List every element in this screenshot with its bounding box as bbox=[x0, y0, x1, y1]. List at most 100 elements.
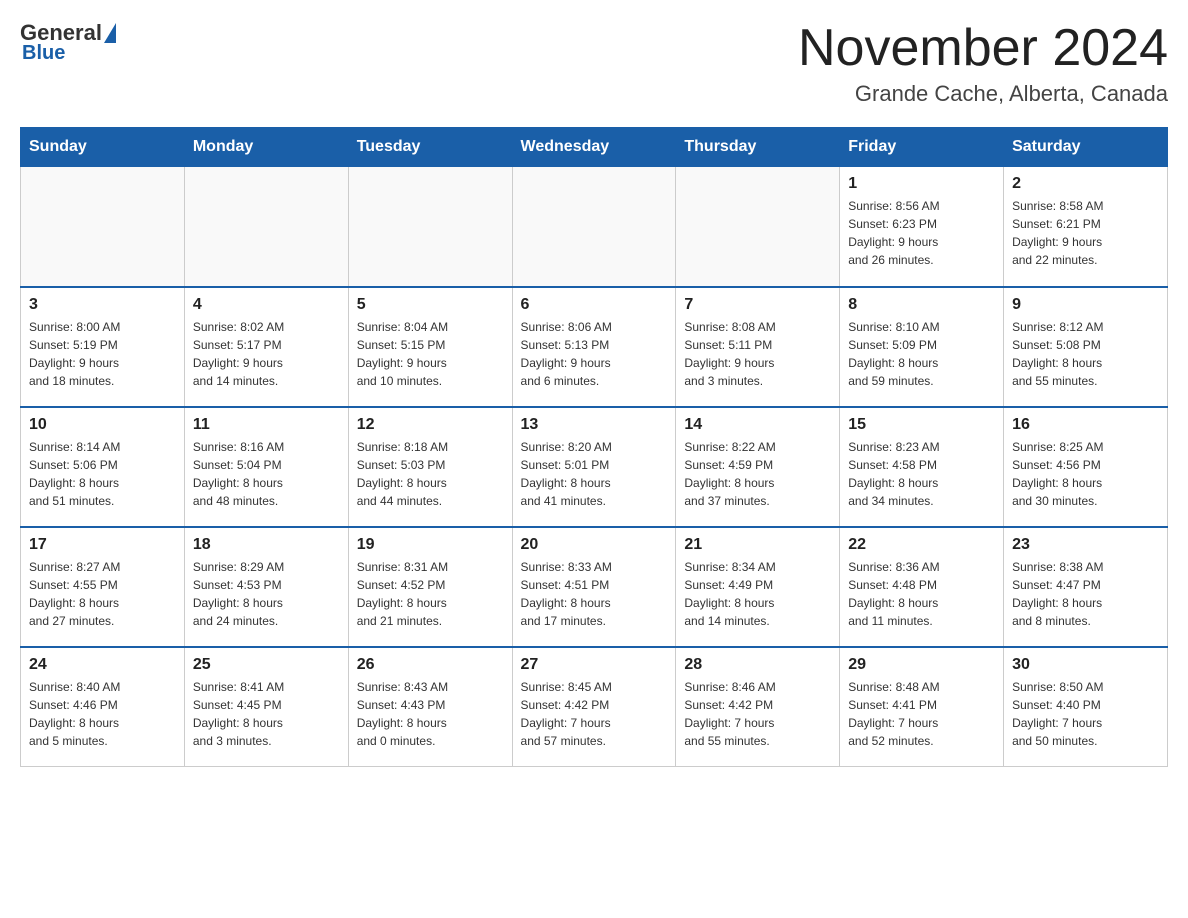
calendar-day-cell: 25Sunrise: 8:41 AM Sunset: 4:45 PM Dayli… bbox=[184, 647, 348, 767]
calendar-day-cell: 6 Sunrise: 8:06 AM Sunset: 5:13 PM Daylig… bbox=[512, 287, 676, 407]
calendar-day-cell: 10 Sunrise: 8:14 AM Sunset: 5:06 PM Dayli… bbox=[21, 407, 185, 527]
calendar-week-row: 17Sunrise: 8:27 AM Sunset: 4:55 PM Dayli… bbox=[21, 527, 1168, 647]
calendar-day-cell: 17Sunrise: 8:27 AM Sunset: 4:55 PM Dayli… bbox=[21, 527, 185, 647]
calendar-day-cell: 3 Sunrise: 8:00 AM Sunset: 5:19 PM Daylig… bbox=[21, 287, 185, 407]
day-number: 9 bbox=[1012, 296, 1159, 314]
calendar-day-cell: 27 Sunrise: 8:45 AM Sunset: 4:42 PM Dayli… bbox=[512, 647, 676, 767]
day-number: 27 bbox=[521, 656, 668, 674]
day-info: Sunrise: 8:10 AM Sunset: 5:09 PM Dayligh… bbox=[848, 318, 995, 390]
weekday-header: Monday bbox=[184, 128, 348, 167]
day-number: 25 bbox=[193, 656, 340, 674]
day-info: Sunrise: 8:36 AM Sunset: 4:48 PM Dayligh… bbox=[848, 558, 995, 630]
day-number: 4 bbox=[193, 296, 340, 314]
calendar-day-cell: 29 Sunrise: 8:48 AM Sunset: 4:41 PM Dayli… bbox=[840, 647, 1004, 767]
calendar-day-cell: 13 Sunrise: 8:20 AM Sunset: 5:01 PM Dayli… bbox=[512, 407, 676, 527]
day-number: 6 bbox=[521, 296, 668, 314]
day-number: 23 bbox=[1012, 536, 1159, 554]
weekday-header: Thursday bbox=[676, 128, 840, 167]
logo-blue: Blue bbox=[22, 42, 65, 65]
day-number: 28 bbox=[684, 656, 831, 674]
weekday-header: Tuesday bbox=[348, 128, 512, 167]
title-area: November 2024 Grande Cache, Alberta, Can… bbox=[798, 20, 1168, 107]
weekday-header: Sunday bbox=[21, 128, 185, 167]
calendar-day-cell: 9 Sunrise: 8:12 AM Sunset: 5:08 PM Daylig… bbox=[1004, 287, 1168, 407]
calendar-day-cell: 19Sunrise: 8:31 AM Sunset: 4:52 PM Dayli… bbox=[348, 527, 512, 647]
day-info: Sunrise: 8:16 AM Sunset: 5:04 PM Dayligh… bbox=[193, 438, 340, 510]
day-number: 15 bbox=[848, 416, 995, 434]
day-number: 7 bbox=[684, 296, 831, 314]
weekday-header: Wednesday bbox=[512, 128, 676, 167]
calendar-day-cell bbox=[184, 167, 348, 287]
day-number: 14 bbox=[684, 416, 831, 434]
day-number: 16 bbox=[1012, 416, 1159, 434]
day-info: Sunrise: 8:25 AM Sunset: 4:56 PM Dayligh… bbox=[1012, 438, 1159, 510]
day-info: Sunrise: 8:06 AM Sunset: 5:13 PM Dayligh… bbox=[521, 318, 668, 390]
day-info: Sunrise: 8:34 AM Sunset: 4:49 PM Dayligh… bbox=[684, 558, 831, 630]
calendar-day-cell: 18 Sunrise: 8:29 AM Sunset: 4:53 PM Dayli… bbox=[184, 527, 348, 647]
day-info: Sunrise: 8:56 AM Sunset: 6:23 PM Dayligh… bbox=[848, 197, 995, 269]
weekday-header: Saturday bbox=[1004, 128, 1168, 167]
calendar-week-row: 24Sunrise: 8:40 AM Sunset: 4:46 PM Dayli… bbox=[21, 647, 1168, 767]
weekday-header: Friday bbox=[840, 128, 1004, 167]
day-info: Sunrise: 8:23 AM Sunset: 4:58 PM Dayligh… bbox=[848, 438, 995, 510]
day-number: 29 bbox=[848, 656, 995, 674]
location-title: Grande Cache, Alberta, Canada bbox=[798, 81, 1168, 107]
day-info: Sunrise: 8:12 AM Sunset: 5:08 PM Dayligh… bbox=[1012, 318, 1159, 390]
calendar-day-cell: 8 Sunrise: 8:10 AM Sunset: 5:09 PM Daylig… bbox=[840, 287, 1004, 407]
calendar-day-cell: 21 Sunrise: 8:34 AM Sunset: 4:49 PM Dayli… bbox=[676, 527, 840, 647]
day-number: 21 bbox=[684, 536, 831, 554]
day-number: 1 bbox=[848, 175, 995, 193]
day-info: Sunrise: 8:45 AM Sunset: 4:42 PM Dayligh… bbox=[521, 678, 668, 750]
day-info: Sunrise: 8:14 AM Sunset: 5:06 PM Dayligh… bbox=[29, 438, 176, 510]
day-info: Sunrise: 8:43 AM Sunset: 4:43 PM Dayligh… bbox=[357, 678, 504, 750]
day-number: 18 bbox=[193, 536, 340, 554]
calendar-day-cell: 11 Sunrise: 8:16 AM Sunset: 5:04 PM Dayli… bbox=[184, 407, 348, 527]
day-info: Sunrise: 8:00 AM Sunset: 5:19 PM Dayligh… bbox=[29, 318, 176, 390]
day-info: Sunrise: 8:33 AM Sunset: 4:51 PM Dayligh… bbox=[521, 558, 668, 630]
calendar-week-row: 1 Sunrise: 8:56 AM Sunset: 6:23 PM Daylig… bbox=[21, 167, 1168, 287]
day-info: Sunrise: 8:48 AM Sunset: 4:41 PM Dayligh… bbox=[848, 678, 995, 750]
calendar-day-cell: 20 Sunrise: 8:33 AM Sunset: 4:51 PM Dayli… bbox=[512, 527, 676, 647]
calendar-day-cell: 4Sunrise: 8:02 AM Sunset: 5:17 PM Daylig… bbox=[184, 287, 348, 407]
calendar-day-cell: 15 Sunrise: 8:23 AM Sunset: 4:58 PM Dayli… bbox=[840, 407, 1004, 527]
calendar-day-cell: 7 Sunrise: 8:08 AM Sunset: 5:11 PM Daylig… bbox=[676, 287, 840, 407]
day-info: Sunrise: 8:08 AM Sunset: 5:11 PM Dayligh… bbox=[684, 318, 831, 390]
calendar-day-cell bbox=[348, 167, 512, 287]
calendar-day-cell: 1 Sunrise: 8:56 AM Sunset: 6:23 PM Daylig… bbox=[840, 167, 1004, 287]
day-info: Sunrise: 8:20 AM Sunset: 5:01 PM Dayligh… bbox=[521, 438, 668, 510]
day-info: Sunrise: 8:18 AM Sunset: 5:03 PM Dayligh… bbox=[357, 438, 504, 510]
day-number: 24 bbox=[29, 656, 176, 674]
day-number: 17 bbox=[29, 536, 176, 554]
day-info: Sunrise: 8:22 AM Sunset: 4:59 PM Dayligh… bbox=[684, 438, 831, 510]
calendar-day-cell: 2Sunrise: 8:58 AM Sunset: 6:21 PM Daylig… bbox=[1004, 167, 1168, 287]
month-title: November 2024 bbox=[798, 20, 1168, 77]
calendar-week-row: 10 Sunrise: 8:14 AM Sunset: 5:06 PM Dayli… bbox=[21, 407, 1168, 527]
calendar-day-cell bbox=[21, 167, 185, 287]
day-number: 8 bbox=[848, 296, 995, 314]
logo: General Blue bbox=[20, 20, 116, 65]
day-number: 11 bbox=[193, 416, 340, 434]
calendar-day-cell bbox=[512, 167, 676, 287]
day-info: Sunrise: 8:29 AM Sunset: 4:53 PM Dayligh… bbox=[193, 558, 340, 630]
calendar-day-cell: 30 Sunrise: 8:50 AM Sunset: 4:40 PM Dayli… bbox=[1004, 647, 1168, 767]
calendar-day-cell: 24Sunrise: 8:40 AM Sunset: 4:46 PM Dayli… bbox=[21, 647, 185, 767]
day-number: 26 bbox=[357, 656, 504, 674]
day-info: Sunrise: 8:46 AM Sunset: 4:42 PM Dayligh… bbox=[684, 678, 831, 750]
day-number: 20 bbox=[521, 536, 668, 554]
calendar-day-cell: 14 Sunrise: 8:22 AM Sunset: 4:59 PM Dayli… bbox=[676, 407, 840, 527]
day-number: 3 bbox=[29, 296, 176, 314]
day-number: 30 bbox=[1012, 656, 1159, 674]
day-number: 13 bbox=[521, 416, 668, 434]
calendar-day-cell: 22 Sunrise: 8:36 AM Sunset: 4:48 PM Dayli… bbox=[840, 527, 1004, 647]
calendar-week-row: 3 Sunrise: 8:00 AM Sunset: 5:19 PM Daylig… bbox=[21, 287, 1168, 407]
day-number: 10 bbox=[29, 416, 176, 434]
day-number: 12 bbox=[357, 416, 504, 434]
day-number: 5 bbox=[357, 296, 504, 314]
day-info: Sunrise: 8:58 AM Sunset: 6:21 PM Dayligh… bbox=[1012, 197, 1159, 269]
day-number: 22 bbox=[848, 536, 995, 554]
logo-triangle-icon bbox=[104, 23, 116, 43]
calendar-day-cell: 28 Sunrise: 8:46 AM Sunset: 4:42 PM Dayli… bbox=[676, 647, 840, 767]
day-info: Sunrise: 8:50 AM Sunset: 4:40 PM Dayligh… bbox=[1012, 678, 1159, 750]
day-info: Sunrise: 8:38 AM Sunset: 4:47 PM Dayligh… bbox=[1012, 558, 1159, 630]
calendar-day-cell: 5Sunrise: 8:04 AM Sunset: 5:15 PM Daylig… bbox=[348, 287, 512, 407]
